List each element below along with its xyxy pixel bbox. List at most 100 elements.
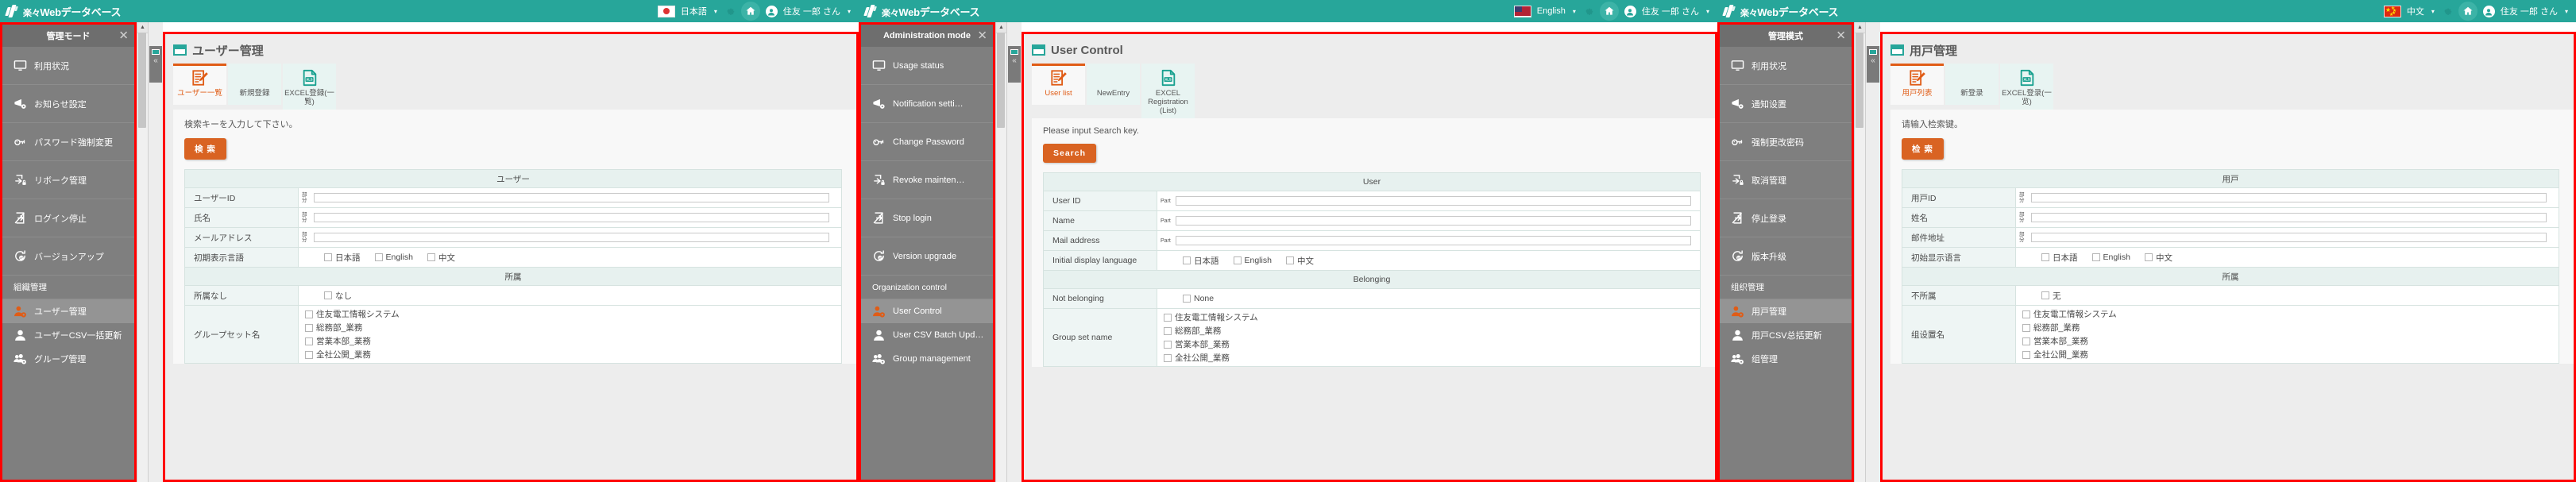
tab-2[interactable]: NewEntry (1087, 64, 1140, 105)
checkbox-box[interactable] (1164, 340, 1172, 349)
tab-2[interactable]: 新登录 (1945, 64, 1999, 105)
sidebar-scrollbar[interactable]: ▲ (995, 22, 1007, 482)
checkbox-box[interactable] (427, 253, 435, 261)
close-icon[interactable]: ✕ (977, 30, 987, 42)
sidebar-item-3[interactable]: パスワード強制変更 (2, 123, 134, 161)
text-input[interactable] (2031, 233, 2547, 242)
sidebar-item-5[interactable]: 停止登录 (1720, 199, 1852, 237)
checkbox-box[interactable] (1183, 295, 1191, 303)
tab-3[interactable]: XLS EXCEL Registration (List) (1141, 64, 1195, 118)
checkbox-option[interactable]: English (2091, 253, 2130, 262)
tab-3[interactable]: XLS EXCEL登録(一覧) (283, 64, 336, 110)
sidebar-item-3[interactable]: 强制更改密码 (1720, 123, 1852, 161)
sidebar-item-4[interactable]: 取消管理 (1720, 161, 1852, 199)
checkbox-option[interactable]: 无 (2041, 290, 2061, 302)
sidebar-group-item-3[interactable]: グループ管理 (2, 347, 134, 371)
sidebar-item-2[interactable]: お知らせ設定 (2, 85, 134, 123)
brand-logo[interactable]: 楽々Webデータベース (1717, 4, 1839, 19)
language-label[interactable]: 中文 (2407, 5, 2424, 17)
text-input[interactable] (2031, 193, 2547, 202)
checkbox-option[interactable]: 中文 (427, 252, 455, 264)
sidebar-group-item-1[interactable]: ユーザー管理 (2, 299, 134, 323)
checkbox-option[interactable]: English (374, 253, 413, 262)
checkbox-box[interactable] (2022, 350, 2030, 359)
search-button[interactable]: Search (1043, 144, 1097, 163)
gear-icon[interactable] (2440, 5, 2453, 17)
avatar-icon[interactable] (2482, 5, 2495, 17)
sidebar-item-4[interactable]: Revoke mainten… (861, 161, 993, 199)
checkbox-option[interactable]: 総務部_業務 (305, 321, 838, 334)
checkbox-box[interactable] (1164, 313, 1172, 322)
sidebar-group-item-3[interactable]: 组管理 (1720, 347, 1852, 371)
text-input[interactable] (1176, 196, 1691, 206)
checkbox-box[interactable] (305, 350, 313, 359)
scrollbar-thumb[interactable] (1856, 33, 1863, 128)
brand-logo[interactable]: 楽々Webデータベース (859, 4, 980, 19)
checkbox-option[interactable]: 営業本部_業務 (2022, 334, 2555, 348)
user-menu-caret-icon[interactable]: ▾ (2565, 8, 2568, 15)
user-menu-caret-icon[interactable]: ▾ (848, 8, 851, 15)
sidebar-item-4[interactable]: リボーク管理 (2, 161, 134, 199)
checkbox-box[interactable] (1233, 256, 1242, 264)
user-name[interactable]: 住友 一郎 さん (1642, 5, 1699, 17)
checkbox-box[interactable] (324, 253, 332, 261)
checkbox-box[interactable] (324, 291, 332, 299)
sidebar-item-5[interactable]: ログイン停止 (2, 199, 134, 237)
language-caret-icon[interactable]: ▾ (2431, 8, 2435, 15)
close-icon[interactable]: ✕ (1836, 30, 1846, 42)
user-name[interactable]: 住友 一郎 さん (783, 5, 840, 17)
checkbox-option[interactable]: 中文 (1285, 255, 1314, 267)
close-icon[interactable]: ✕ (118, 30, 129, 42)
sidebar-item-3[interactable]: Change Password (861, 123, 993, 161)
text-input[interactable] (1176, 236, 1691, 246)
scrollbar-thumb[interactable] (138, 33, 146, 128)
checkbox-box[interactable] (2022, 337, 2030, 345)
text-input[interactable] (314, 193, 829, 202)
tab-1[interactable]: User list (1032, 64, 1085, 105)
checkbox-option[interactable]: 営業本部_業務 (1164, 337, 1697, 351)
home-icon[interactable] (1599, 2, 1619, 21)
user-name[interactable]: 住友 一郎 さん (2501, 5, 2558, 17)
checkbox-box[interactable] (2022, 310, 2030, 318)
sidebar-group-item-1[interactable]: 用户管理 (1720, 299, 1852, 323)
scroll-up-icon[interactable]: ▲ (996, 22, 1006, 33)
checkbox-option[interactable]: 全社公開_業務 (305, 348, 838, 361)
text-input[interactable] (1176, 216, 1691, 226)
checkbox-option[interactable]: 中文 (2144, 252, 2172, 264)
checkbox-box[interactable] (305, 337, 313, 345)
text-input[interactable] (314, 233, 829, 242)
tab-1[interactable]: ユーザー一覧 (173, 64, 226, 105)
sidebar-item-1[interactable]: 利用状况 (1720, 47, 1852, 85)
language-label[interactable]: English (1537, 6, 1566, 16)
checkbox-option[interactable]: 住友電工情報システム (305, 307, 838, 321)
gear-icon[interactable] (723, 5, 736, 17)
checkbox-option[interactable]: 全社公開_業務 (1164, 351, 1697, 364)
sidebar-scrollbar[interactable]: ▲ (137, 22, 149, 482)
text-input[interactable] (2031, 213, 2547, 222)
checkbox-box[interactable] (1164, 326, 1172, 335)
tab-2[interactable]: 新規登録 (228, 64, 281, 105)
checkbox-box[interactable] (1164, 353, 1172, 362)
checkbox-option[interactable]: 住友電工情報システム (2022, 307, 2555, 321)
checkbox-box[interactable] (2091, 253, 2100, 261)
brand-logo[interactable]: 楽々Webデータベース (0, 4, 122, 19)
sidebar-item-1[interactable]: Usage status (861, 47, 993, 85)
language-caret-icon[interactable]: ▾ (714, 8, 717, 15)
checkbox-option[interactable]: 総務部_業務 (2022, 321, 2555, 334)
checkbox-box[interactable] (2144, 253, 2153, 261)
sidebar-group-item-1[interactable]: User Control (861, 299, 993, 323)
checkbox-option[interactable]: English (1233, 256, 1272, 265)
search-button[interactable]: 検 索 (184, 138, 226, 160)
sidebar-item-6[interactable]: UP Version upgrade (861, 237, 993, 276)
sidebar-group-item-2[interactable]: User CSV Batch Upd… (861, 323, 993, 347)
cn-flag-icon[interactable]: ★ ★ ★ ★ ★ (2383, 5, 2401, 17)
sidebar-item-6[interactable]: UP バージョンアップ (2, 237, 134, 276)
sidebar-collapse-button[interactable]: « (1008, 46, 1021, 83)
checkbox-option[interactable]: 日本語 (2041, 252, 2078, 264)
checkbox-option[interactable]: 日本語 (324, 252, 361, 264)
sidebar-collapse-button[interactable]: « (149, 46, 162, 83)
text-input[interactable] (314, 213, 829, 222)
checkbox-option[interactable]: 日本語 (1183, 255, 1219, 267)
sidebar-item-2[interactable]: Notification setti… (861, 85, 993, 123)
checkbox-box[interactable] (2041, 253, 2049, 261)
